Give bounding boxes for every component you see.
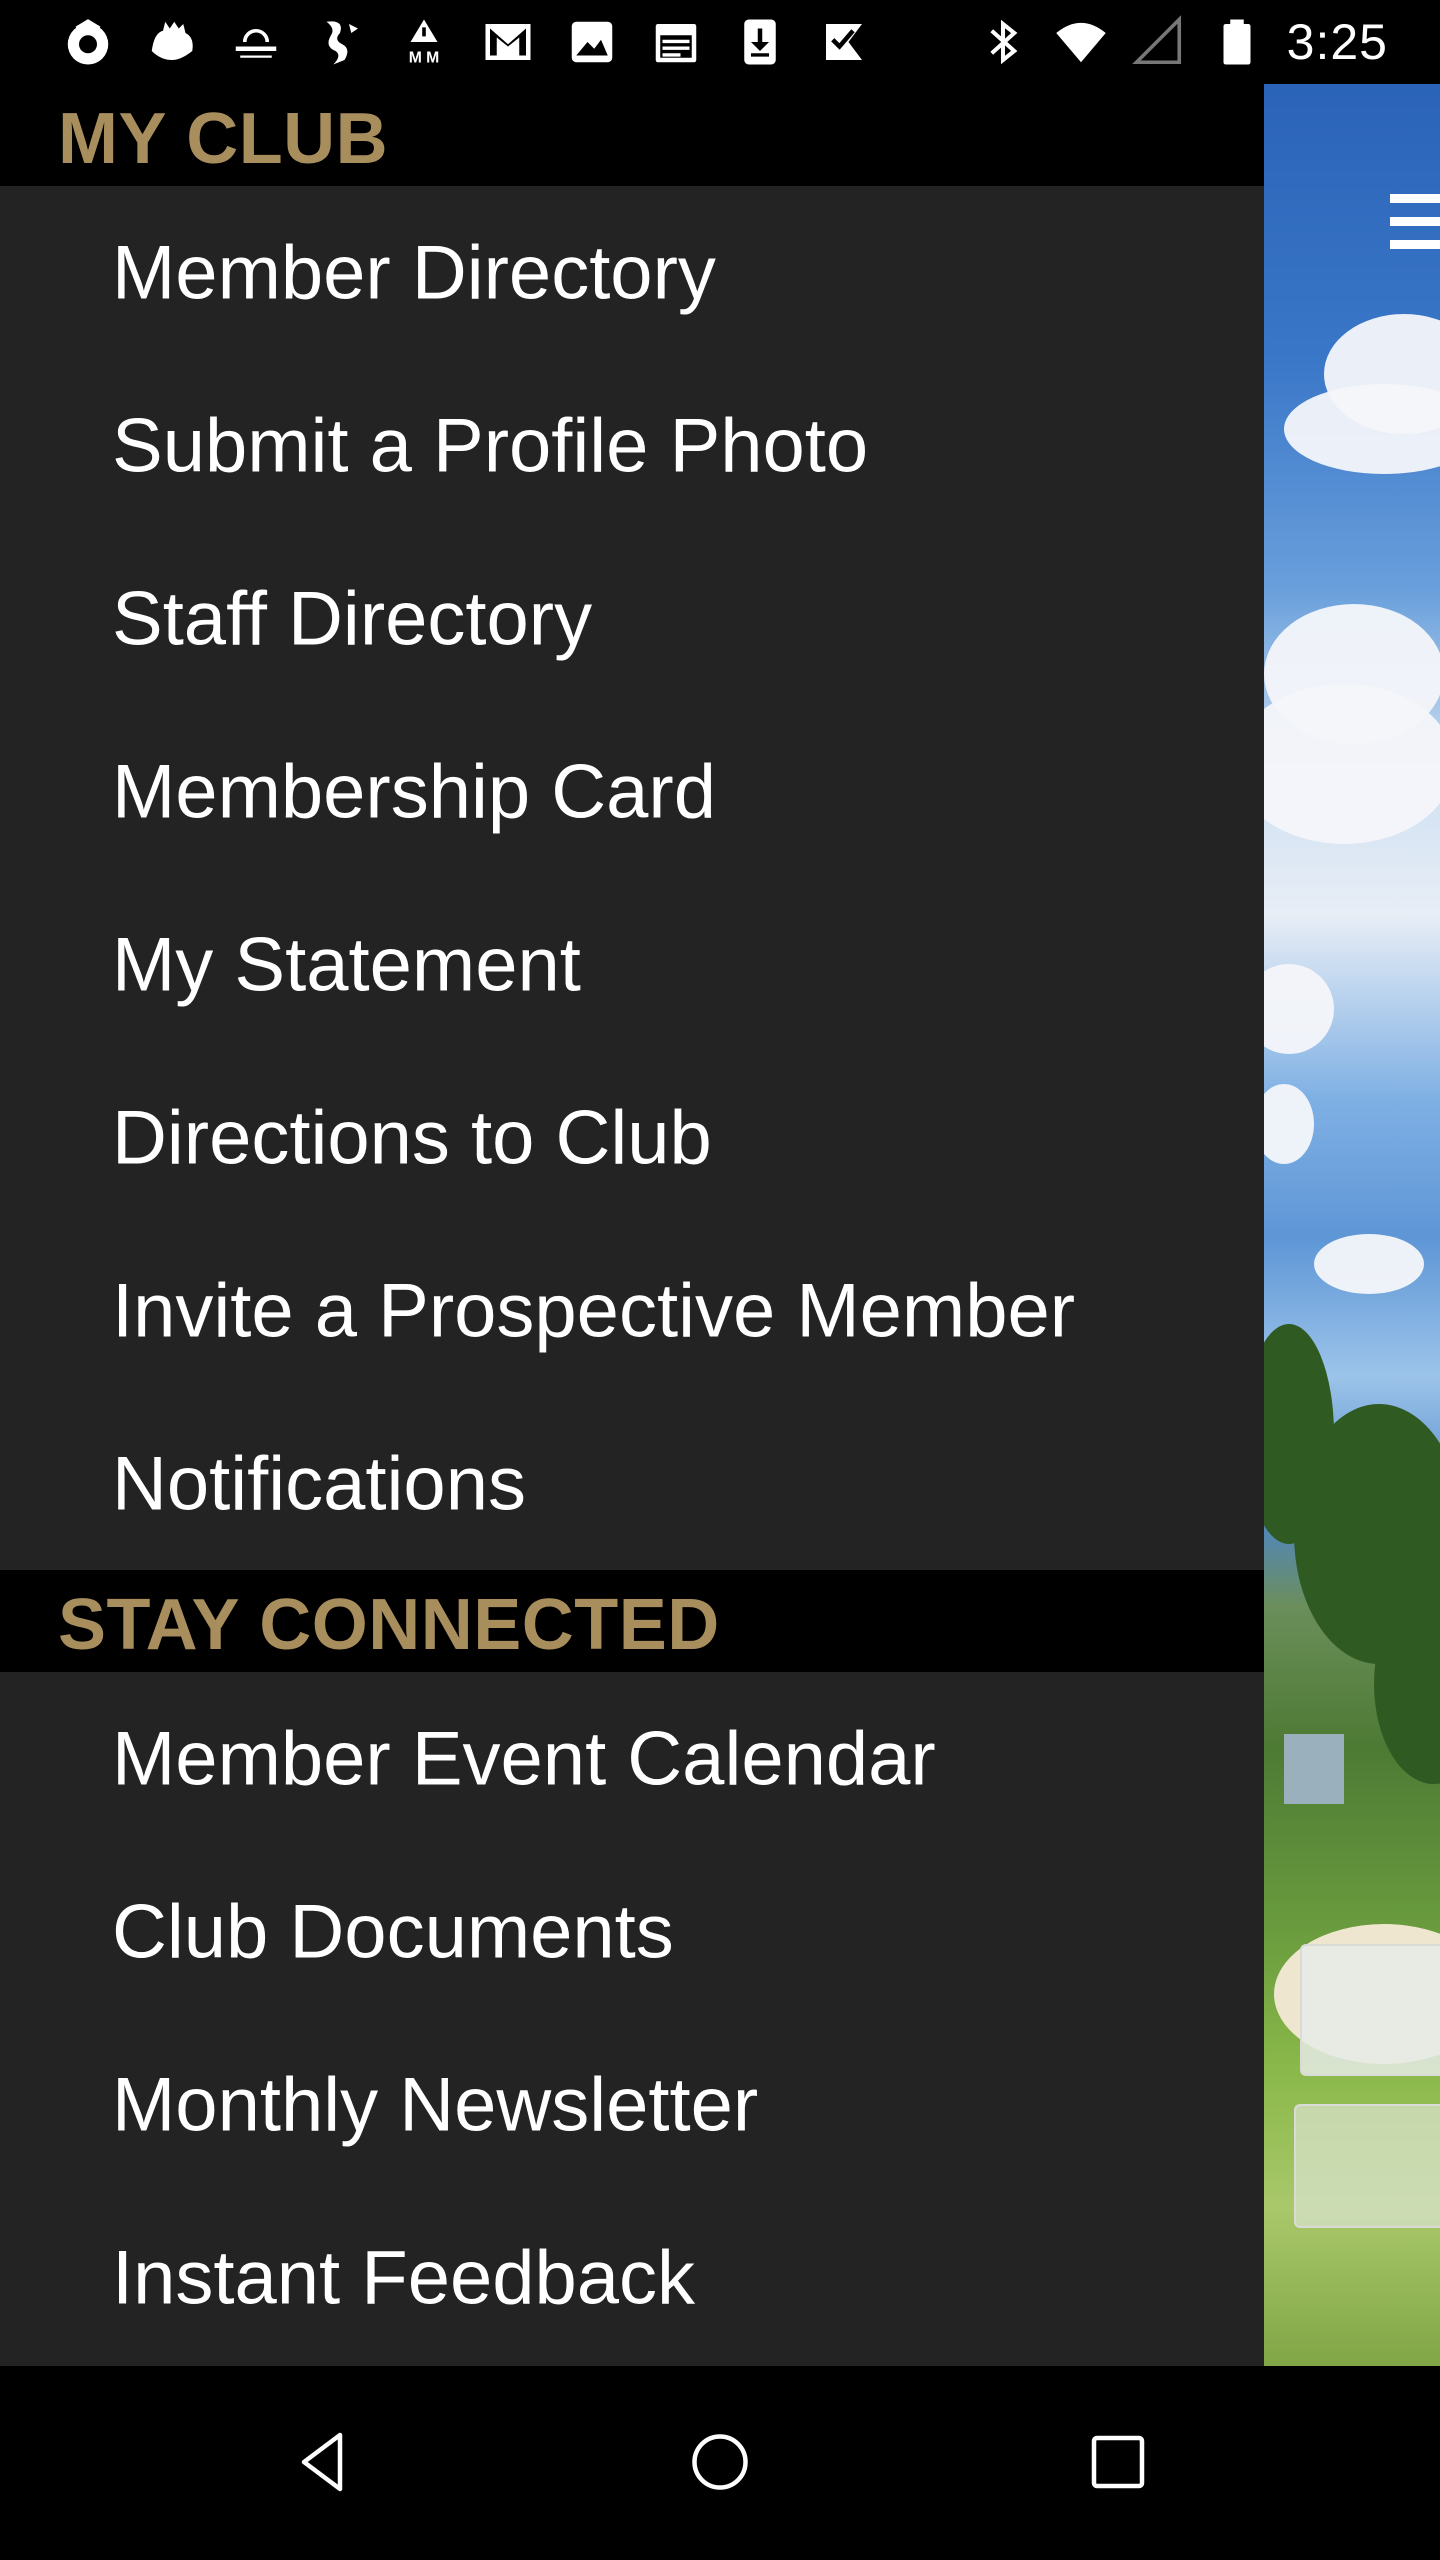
- calendar-icon: [648, 14, 704, 70]
- crest-icon: [60, 14, 116, 70]
- navigation-drawer: MY CLUB Member Directory Submit a Profil…: [0, 84, 1264, 2386]
- menu-item-submit-profile-photo[interactable]: Submit a Profile Photo: [0, 359, 1264, 532]
- menu-item-label: Staff Directory: [112, 576, 593, 661]
- menu-item-label: Member Directory: [112, 230, 716, 315]
- download-icon: [732, 14, 788, 70]
- signal-icon: [1131, 14, 1187, 70]
- menu-item-instant-feedback[interactable]: Instant Feedback: [0, 2191, 1264, 2364]
- bluetooth-icon: [975, 14, 1031, 70]
- alert-mm-icon: M M: [396, 14, 452, 70]
- menu-item-member-event-calendar[interactable]: Member Event Calendar: [0, 1672, 1264, 1845]
- section-header-my-club: MY CLUB: [0, 84, 1264, 186]
- menu-item-label: Membership Card: [112, 749, 716, 834]
- background-app-hero-image: [1264, 84, 1440, 2392]
- menu-item-directions-to-club[interactable]: Directions to Club: [0, 1051, 1264, 1224]
- menu-item-label: Invite a Prospective Member: [112, 1268, 1076, 1353]
- menu-item-my-statement[interactable]: My Statement: [0, 878, 1264, 1051]
- menu-item-label: Instant Feedback: [112, 2235, 696, 2320]
- phone-screen: M M 3:25 MY CLUB Member Directory Submit…: [0, 0, 1440, 2560]
- menu-item-label: My Statement: [112, 922, 581, 1007]
- menu-item-label: Notifications: [112, 1441, 526, 1526]
- notification-icons: M M: [60, 10, 872, 74]
- menu-item-membership-card[interactable]: Membership Card: [0, 705, 1264, 878]
- svg-text:M M: M M: [409, 49, 440, 66]
- section-title: STAY CONNECTED: [58, 1585, 720, 1665]
- clock: 3:25: [1286, 14, 1388, 70]
- back-icon[interactable]: [286, 2426, 358, 2498]
- menu-item-monthly-newsletter[interactable]: Monthly Newsletter: [0, 2018, 1264, 2191]
- hamburger-menu-icon[interactable]: [1390, 194, 1440, 263]
- ballenisles-logo-icon: [228, 14, 284, 70]
- section-header-stay-connected: STAY CONNECTED: [0, 1570, 1264, 1672]
- menu-item-member-directory[interactable]: Member Directory: [0, 186, 1264, 359]
- menu-item-label: Monthly Newsletter: [112, 2062, 759, 2147]
- gmail-icon: [480, 14, 536, 70]
- dragon-icon: [312, 14, 368, 70]
- menu-item-staff-directory[interactable]: Staff Directory: [0, 532, 1264, 705]
- check-icon: [816, 14, 872, 70]
- wifi-icon: [1053, 14, 1109, 70]
- status-bar: M M 3:25: [0, 0, 1440, 84]
- recents-icon[interactable]: [1082, 2426, 1154, 2498]
- menu-item-notifications[interactable]: Notifications: [0, 1397, 1264, 1570]
- photo-icon: [564, 14, 620, 70]
- system-icons: 3:25: [975, 10, 1388, 74]
- menu-item-label: Member Event Calendar: [112, 1716, 936, 1801]
- section-title: MY CLUB: [58, 99, 389, 179]
- battery-icon: [1209, 14, 1265, 70]
- home-icon[interactable]: [684, 2426, 756, 2498]
- menu-item-club-documents[interactable]: Club Documents: [0, 1845, 1264, 2018]
- lion-crest-icon: [144, 14, 200, 70]
- menu-item-label: Club Documents: [112, 1889, 674, 1974]
- menu-item-label: Directions to Club: [112, 1095, 712, 1180]
- menu-item-label: Submit a Profile Photo: [112, 403, 869, 488]
- menu-item-invite-prospective-member[interactable]: Invite a Prospective Member: [0, 1224, 1264, 1397]
- system-nav-bar: [0, 2366, 1440, 2560]
